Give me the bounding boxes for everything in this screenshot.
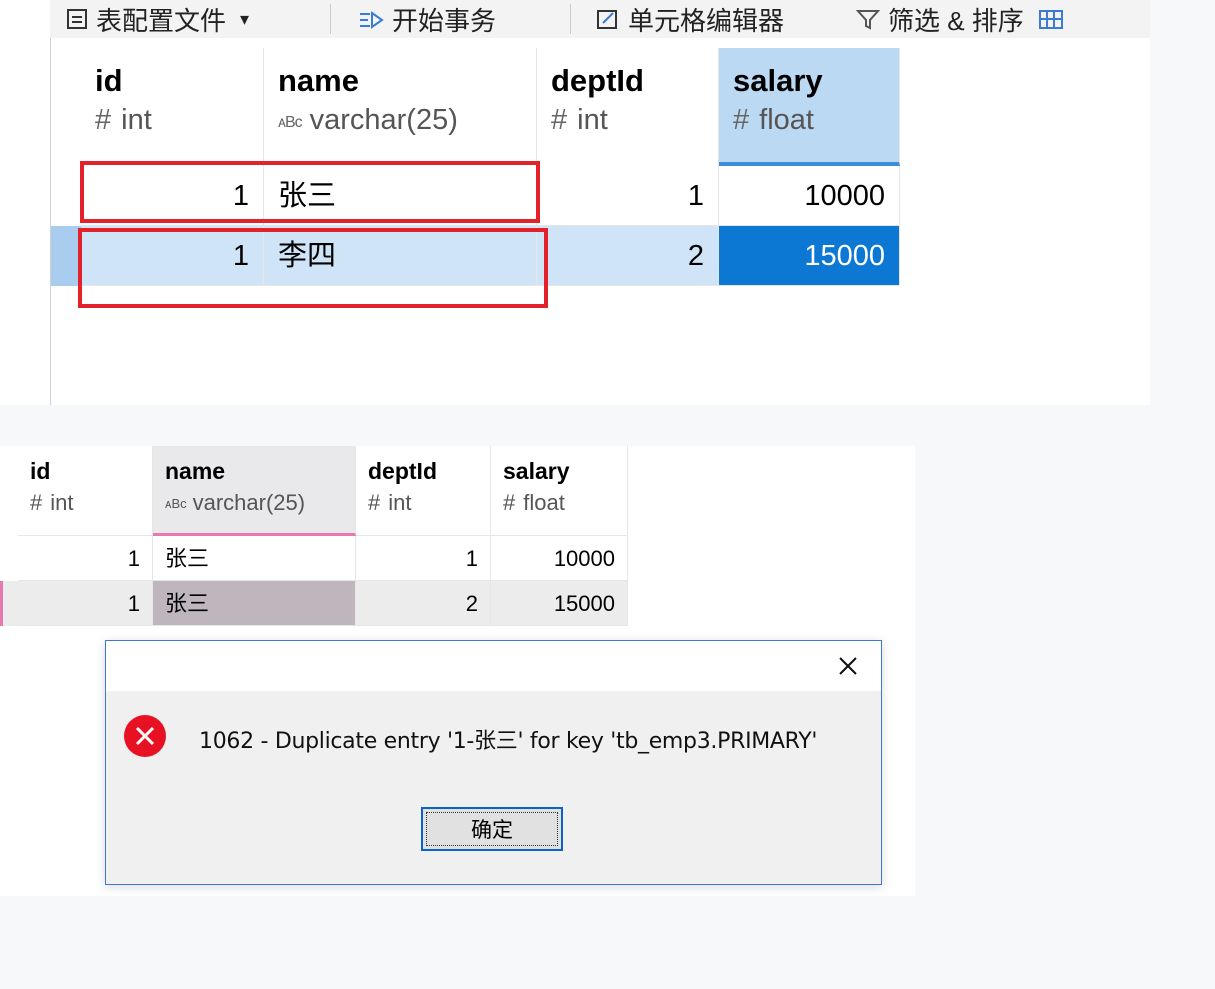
table-cell-id[interactable]: 1 bbox=[81, 166, 264, 226]
column-name: name bbox=[278, 63, 359, 98]
table-cell-name[interactable]: 张三 bbox=[153, 536, 356, 581]
close-icon[interactable] bbox=[833, 651, 863, 681]
number-type-icon: # bbox=[95, 104, 112, 136]
table-cell-deptId[interactable]: 1 bbox=[356, 536, 491, 581]
filter-icon bbox=[856, 10, 880, 30]
cell-editor-button[interactable]: 单元格编辑器 bbox=[596, 2, 784, 36]
column-header-name[interactable]: name ᴀBc varchar(25) bbox=[264, 48, 537, 166]
column-type: float bbox=[523, 490, 565, 515]
top-table-view: 表配置文件 ▾ 开始事务 单元格编辑器 筛选 & 排序 id # int name… bbox=[0, 0, 1150, 405]
column-name: deptId bbox=[551, 63, 644, 98]
number-type-icon: # bbox=[733, 104, 750, 136]
table-cell-id[interactable]: 1 bbox=[81, 226, 264, 286]
begin-transaction-label: 开始事务 bbox=[392, 5, 497, 36]
table-cell-name[interactable]: 张三 bbox=[264, 166, 537, 226]
table-cell-salary[interactable]: 10000 bbox=[491, 536, 628, 581]
table-cell-salary[interactable]: 10000 bbox=[719, 166, 900, 226]
row-gutter[interactable] bbox=[51, 166, 81, 226]
column-header-id[interactable]: id # int bbox=[18, 446, 153, 536]
column-type: int bbox=[577, 104, 608, 136]
column-header-id[interactable]: id # int bbox=[81, 48, 264, 166]
column-header-deptId[interactable]: deptId # int bbox=[537, 48, 719, 166]
error-icon bbox=[124, 715, 166, 757]
table-cell-deptId[interactable]: 1 bbox=[537, 166, 719, 226]
ok-button[interactable]: 确定 bbox=[421, 807, 563, 851]
table-cell-id[interactable]: 1 bbox=[18, 581, 153, 626]
number-type-icon: # bbox=[30, 490, 43, 515]
column-name: salary bbox=[733, 63, 823, 98]
edit-icon bbox=[597, 10, 617, 29]
column-type: float bbox=[759, 104, 814, 136]
error-message: 1062 - Duplicate entry '1-张三' for key 't… bbox=[199, 729, 818, 754]
row-gutter-editing[interactable] bbox=[0, 581, 18, 626]
table-profile-button[interactable]: 表配置文件 ▾ bbox=[66, 2, 249, 36]
toolbar: 表配置文件 ▾ 开始事务 单元格编辑器 筛选 & 排序 bbox=[50, 0, 1150, 38]
column-type: int bbox=[50, 490, 74, 515]
table-cell-id[interactable]: 1 bbox=[18, 536, 153, 581]
text-type-icon: ᴀBc bbox=[278, 114, 303, 131]
toolbar-divider bbox=[330, 4, 331, 34]
column-type: int bbox=[121, 104, 152, 136]
row-gutter[interactable] bbox=[0, 536, 18, 581]
table-cell-name-editing[interactable]: 张三 bbox=[153, 581, 356, 626]
number-type-icon: # bbox=[503, 490, 516, 515]
table-cell-salary-selected[interactable]: 15000 bbox=[719, 226, 900, 286]
filter-sort-button[interactable]: 筛选 & 排序 bbox=[856, 2, 1072, 36]
toolbar-divider bbox=[570, 4, 571, 34]
column-name: id bbox=[95, 63, 123, 98]
begin-transaction-button[interactable]: 开始事务 bbox=[358, 2, 496, 36]
column-type: varchar(25) bbox=[309, 104, 458, 136]
column-name: name bbox=[165, 458, 226, 484]
column-type: varchar(25) bbox=[192, 490, 306, 515]
table-cell-deptId[interactable]: 2 bbox=[537, 226, 719, 286]
grid-view-icon[interactable] bbox=[1038, 8, 1064, 30]
row-gutter-selected[interactable] bbox=[51, 226, 81, 286]
filter-sort-label: 筛选 & 排序 bbox=[888, 5, 1024, 36]
table-profile-label: 表配置文件 bbox=[96, 5, 227, 36]
chevron-down-icon: ▾ bbox=[240, 8, 250, 29]
table-cell-salary[interactable]: 15000 bbox=[491, 581, 628, 626]
table-cell-deptId[interactable]: 2 bbox=[356, 581, 491, 626]
begin-transaction-icon bbox=[360, 11, 384, 29]
column-name: id bbox=[30, 458, 51, 484]
number-type-icon: # bbox=[368, 490, 381, 515]
column-header-name[interactable]: name ᴀBc varchar(25) bbox=[153, 446, 356, 536]
error-dialog: 1062 - Duplicate entry '1-张三' for key 't… bbox=[105, 640, 882, 885]
dialog-titlebar bbox=[106, 641, 881, 691]
column-type: int bbox=[388, 490, 412, 515]
table-cell-name[interactable]: 李四 bbox=[264, 226, 537, 286]
column-name: deptId bbox=[368, 458, 437, 484]
cell-editor-label: 单元格编辑器 bbox=[628, 5, 785, 36]
text-type-icon: ᴀBc bbox=[165, 496, 187, 511]
column-header-salary[interactable]: salary # float bbox=[719, 48, 900, 166]
number-type-icon: # bbox=[551, 104, 568, 136]
column-name: salary bbox=[503, 458, 570, 484]
column-header-salary[interactable]: salary # float bbox=[491, 446, 628, 536]
column-header-deptId[interactable]: deptId # int bbox=[356, 446, 491, 536]
table-profile-icon bbox=[67, 9, 87, 29]
